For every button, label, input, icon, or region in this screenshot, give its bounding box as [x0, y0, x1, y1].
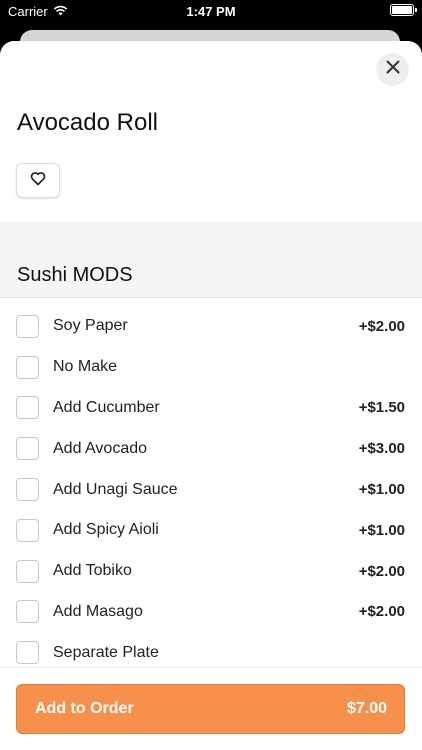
option-add-unagi-sauce[interactable]: Add Unagi Sauce +$1.00 [0, 469, 422, 510]
status-time: 1:47 PM [186, 4, 236, 19]
battery-icon [390, 4, 417, 16]
option-label: Add Cucumber [53, 398, 160, 416]
option-soy-paper[interactable]: Soy Paper +$2.00 [0, 306, 422, 347]
option-add-spicy-aioli[interactable]: Add Spicy Aioli +$1.00 [0, 510, 422, 551]
option-price: +$1.50 [358, 399, 405, 417]
option-add-masago[interactable]: Add Masago +$2.00 [0, 592, 422, 633]
add-to-order-button[interactable]: Add to Order $7.00 [16, 684, 405, 734]
checkbox[interactable] [16, 600, 39, 624]
checkbox[interactable] [16, 478, 39, 502]
close-button[interactable] [376, 53, 409, 86]
option-price: +$1.00 [358, 521, 405, 539]
item-title: Avocado Roll [17, 109, 158, 136]
checkbox[interactable] [16, 437, 39, 461]
checkbox[interactable] [16, 396, 39, 420]
option-label: Add Avocado [53, 439, 148, 457]
option-label: No Make [53, 358, 118, 376]
checkbox[interactable] [16, 641, 39, 665]
item-sheet: Avocado Roll Sushi MODS Soy Paper +$2.00… [0, 41, 422, 750]
order-footer: Add to Order $7.00 [0, 667, 422, 750]
section-header: Sushi MODS [0, 221, 422, 298]
close-icon [386, 60, 400, 79]
option-label: Add Unagi Sauce [53, 480, 178, 498]
option-no-make[interactable]: No Make [0, 347, 422, 388]
order-total: $7.00 [346, 700, 387, 717]
checkbox[interactable] [16, 314, 39, 338]
option-add-tobiko[interactable]: Add Tobiko +$2.00 [0, 551, 422, 592]
option-add-cucumber[interactable]: Add Cucumber +$1.50 [0, 388, 422, 429]
option-price: +$1.00 [358, 481, 405, 499]
option-price: +$3.00 [358, 440, 405, 458]
favorite-button[interactable] [16, 163, 60, 198]
modifier-options: Soy Paper +$2.00 No Make Add Cucumber +$… [0, 306, 422, 673]
option-price: +$2.00 [358, 562, 405, 580]
option-label: Add Spicy Aioli [53, 521, 159, 539]
checkbox[interactable] [16, 355, 39, 379]
option-label: Soy Paper [53, 317, 128, 335]
option-price: +$2.00 [358, 603, 405, 621]
option-label: Add Tobiko [53, 562, 132, 580]
section-title: Sushi MODS [17, 264, 133, 286]
option-add-avocado[interactable]: Add Avocado +$3.00 [0, 428, 422, 469]
heart-icon [30, 171, 46, 191]
option-label: Add Masago [53, 602, 143, 620]
checkbox[interactable] [16, 559, 39, 583]
option-price: +$2.00 [358, 317, 405, 335]
status-bar: Carrier 1:47 PM [0, 0, 422, 22]
add-to-order-label: Add to Order [35, 700, 134, 717]
option-label: Separate Plate [53, 643, 159, 661]
checkbox[interactable] [16, 518, 39, 542]
